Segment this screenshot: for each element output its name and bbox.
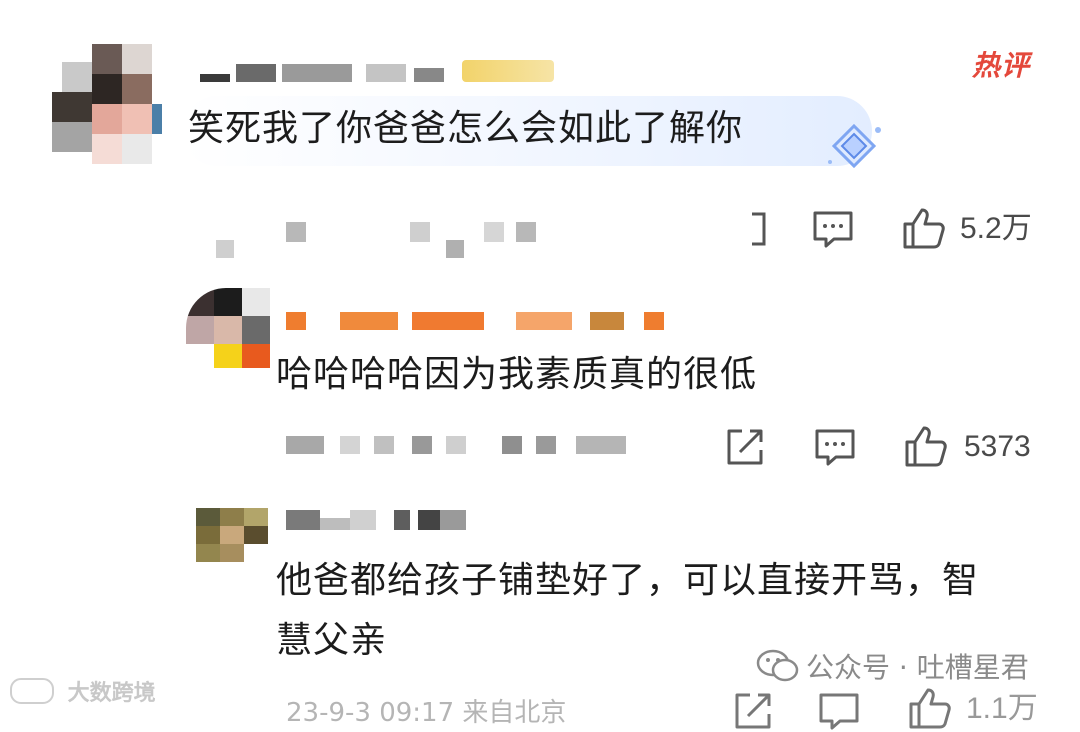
hot-comment-badge: 热评 [972,49,1031,82]
share-icon[interactable] [724,426,766,468]
like-icon[interactable] [908,686,952,730]
comment-meta-blurred [286,436,626,456]
avatar[interactable] [52,44,162,166]
comment-icon[interactable] [818,692,860,732]
comment-meta: 23-9-3 09:17 来自北京 [286,698,567,728]
watermark-left: 大数跨境 [10,675,156,707]
share-icon[interactable] [732,690,774,732]
comment-text: 笑死我了你爸爸怎么会如此了解你 [188,108,744,149]
username-blurred[interactable] [286,312,666,332]
comment-meta-blurred [210,222,540,262]
avatar[interactable] [196,508,268,562]
watermark-text: 公众号 · 吐槽星君 [806,651,1029,684]
share-icon[interactable] [738,210,768,248]
like-icon[interactable] [902,206,946,250]
avatar[interactable] [186,288,270,368]
username-blurred[interactable] [286,510,476,532]
badge-diamond-icon [828,123,881,169]
comment-icon[interactable] [812,210,854,250]
watermark-logo-icon [10,678,54,704]
watermark-left-text: 大数跨境 [67,681,156,706]
username-blurred[interactable] [200,60,560,84]
like-count: 5373 [964,430,1031,463]
comment-text-line2: 慧父亲 [276,620,388,661]
like-count: 5.2万 [960,212,1032,245]
comment-text: 哈哈哈哈因为我素质真的很低 [276,354,758,395]
wechat-icon [756,649,799,682]
like-count: 1.1万 [966,692,1038,725]
comment-text-line1: 他爸都给孩子铺垫好了，可以直接开骂，智 [276,560,980,601]
comment-icon[interactable] [814,428,856,468]
like-icon[interactable] [904,424,948,468]
